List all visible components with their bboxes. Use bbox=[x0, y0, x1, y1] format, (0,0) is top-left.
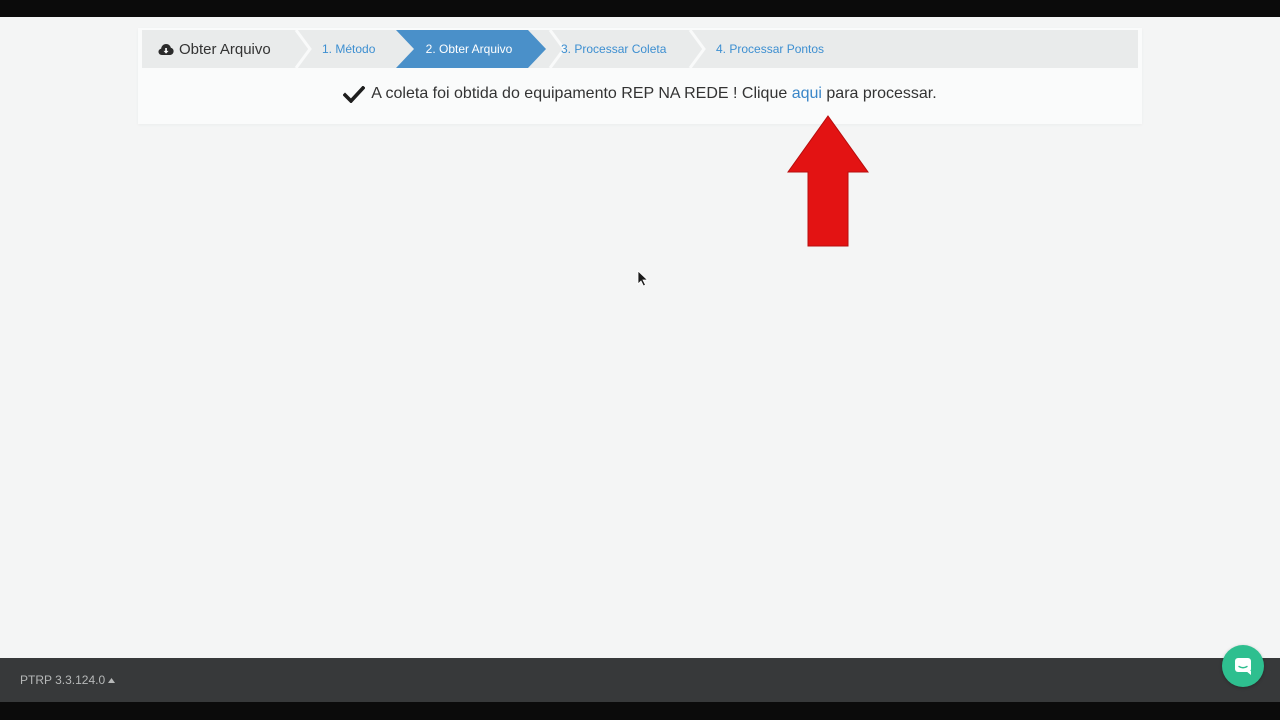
version-label: PTRP 3.3.124.0 bbox=[20, 673, 106, 687]
wizard-title: Obter Arquivo bbox=[158, 30, 271, 68]
red-arrow-up-icon bbox=[787, 115, 869, 247]
bottom-window-edge bbox=[0, 702, 1280, 720]
mouse-cursor-icon bbox=[637, 270, 649, 287]
top-window-bar bbox=[0, 0, 1280, 17]
wizard-title-text: Obter Arquivo bbox=[179, 40, 271, 58]
step-processar-pontos[interactable]: 4. Processar Pontos bbox=[716, 30, 824, 68]
footer-bar: PTRP 3.3.124.0 bbox=[0, 658, 1280, 702]
step-obter-arquivo-active[interactable]: 2. Obter Arquivo bbox=[396, 30, 546, 68]
status-message-suffix: para processar. bbox=[826, 85, 937, 102]
wizard-steps-bar: Obter Arquivo 1. Método 2. Obter Arquivo… bbox=[142, 30, 1138, 68]
status-message: A coleta foi obtida do equipamento REP N… bbox=[138, 85, 1142, 103]
status-message-text: A coleta foi obtida do equipamento REP N… bbox=[371, 85, 788, 102]
chat-icon bbox=[1235, 658, 1251, 675]
step-obter-arquivo-label: 2. Obter Arquivo bbox=[425, 42, 513, 56]
step-metodo[interactable]: 1. Método bbox=[322, 30, 375, 68]
chat-button[interactable] bbox=[1222, 645, 1264, 687]
process-here-link[interactable]: aqui bbox=[792, 85, 822, 103]
wizard-panel: Obter Arquivo 1. Método 2. Obter Arquivo… bbox=[138, 28, 1142, 124]
step-separator-chevron bbox=[688, 30, 706, 68]
caret-up-icon bbox=[108, 677, 116, 683]
check-icon bbox=[343, 85, 366, 103]
step-processar-coleta[interactable]: 3. Processar Coleta bbox=[561, 30, 666, 68]
step-separator-chevron bbox=[294, 30, 312, 68]
version-toggle[interactable]: PTRP 3.3.124.0 bbox=[20, 658, 116, 702]
cloud-download-icon bbox=[158, 43, 174, 55]
